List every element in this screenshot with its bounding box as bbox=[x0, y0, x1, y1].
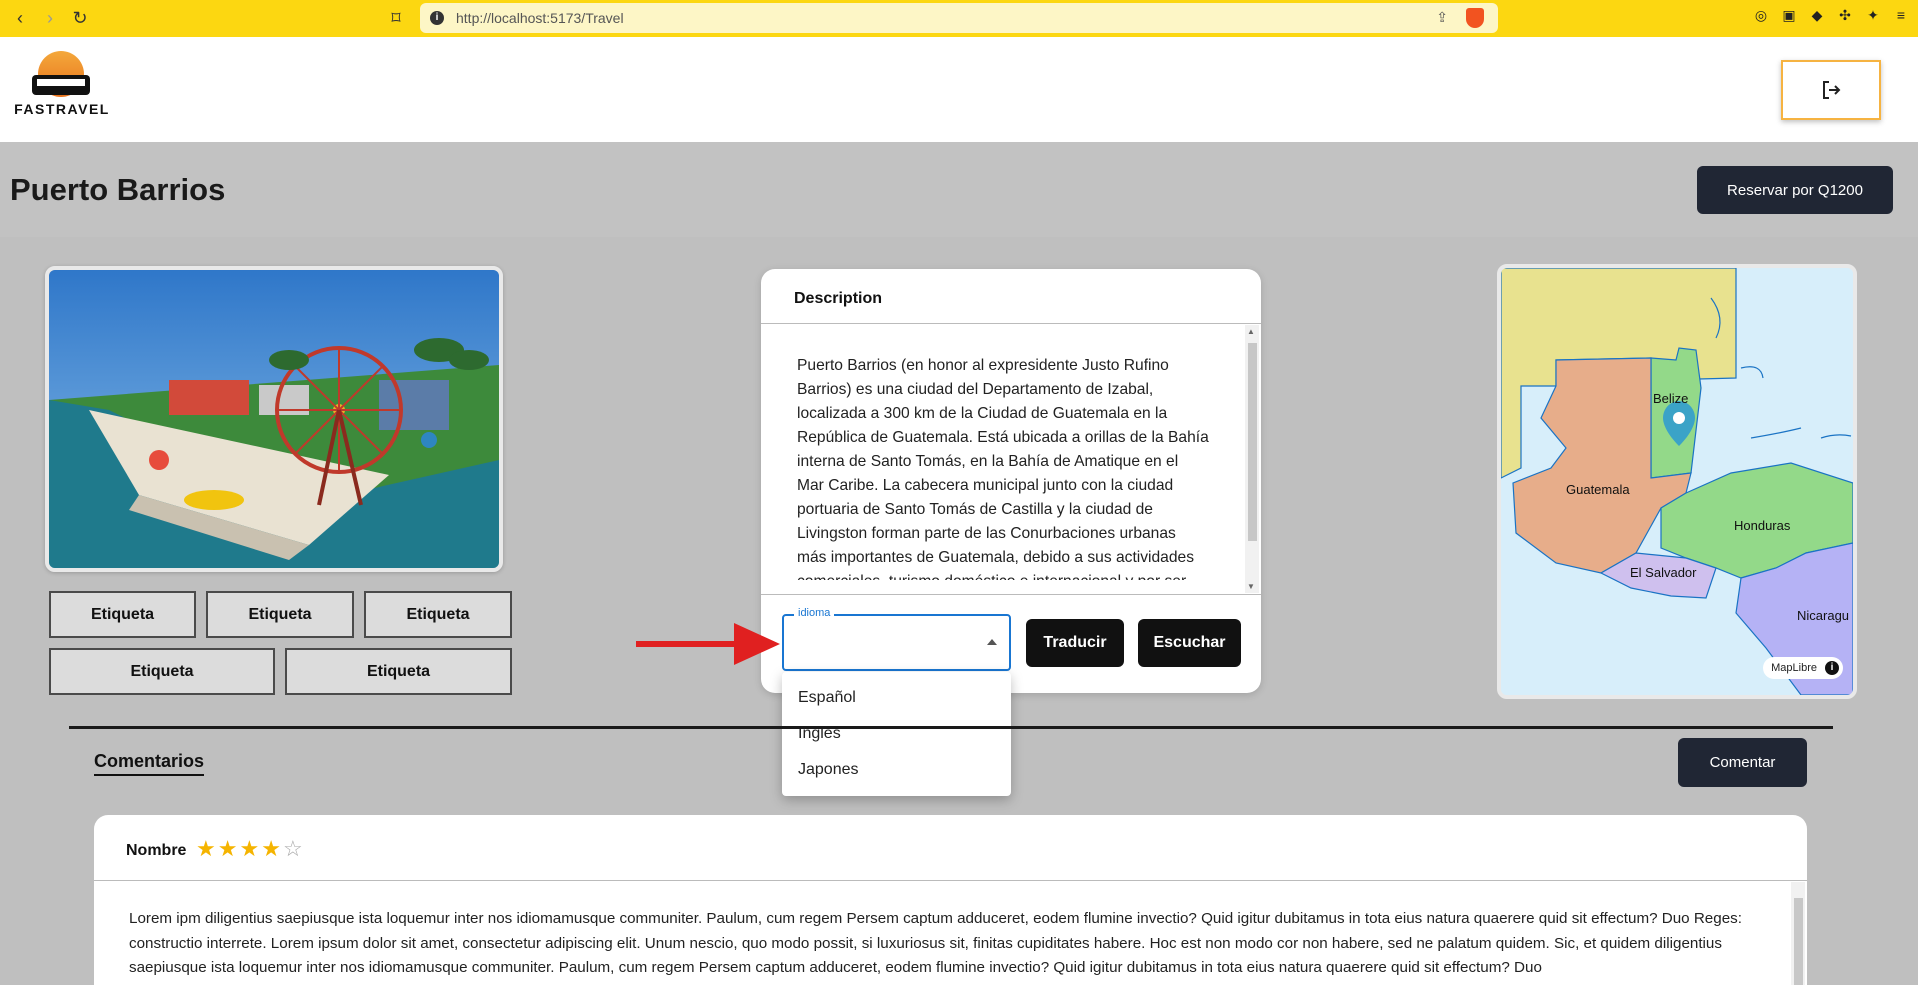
brave-shield-icon[interactable] bbox=[1466, 8, 1484, 28]
language-option-espanol[interactable]: Español bbox=[782, 680, 1011, 716]
divider bbox=[94, 880, 1807, 881]
map-label-guatemala: Guatemala bbox=[1566, 482, 1630, 497]
language-select-label: idioma bbox=[794, 607, 835, 619]
comments-title: Comentarios bbox=[94, 751, 205, 776]
url-text[interactable]: http://localhost:5173/Travel bbox=[456, 10, 624, 26]
map-label-honduras: Honduras bbox=[1734, 518, 1791, 533]
star-empty-icon: ☆ bbox=[282, 836, 303, 861]
fastravel-logo[interactable]: FASTRAVEL bbox=[14, 51, 110, 121]
map-canvas[interactable]: Belize Guatemala Honduras El Salvador Ni… bbox=[1501, 268, 1853, 695]
browser-toolbar: ‹ › ↻ ⌑ i http://localhost:5173/Travel ⇪… bbox=[0, 0, 1918, 37]
extensions-area: ◎ ▣ ◆ ✣ ✦ ≡ bbox=[1752, 6, 1910, 24]
scroll-thumb[interactable] bbox=[1248, 343, 1257, 541]
star-filled-icon: ★ bbox=[196, 836, 216, 861]
add-comment-button[interactable]: Comentar bbox=[1678, 738, 1807, 787]
logout-button[interactable] bbox=[1781, 60, 1881, 120]
maplibre-attribution[interactable]: MapLibre i bbox=[1763, 657, 1843, 679]
app-header: FASTRAVEL bbox=[0, 37, 1918, 142]
comment-card: Nombre ★ ★ ★ ★ ☆ Lorem ipm diligentius s… bbox=[94, 815, 1807, 985]
scroll-down-icon[interactable]: ▼ bbox=[1247, 582, 1255, 591]
tag-button[interactable]: Etiqueta bbox=[364, 591, 512, 638]
destination-image bbox=[49, 270, 499, 568]
rating-stars: ★ ★ ★ ★ ☆ bbox=[196, 836, 303, 862]
language-select[interactable]: idioma bbox=[782, 607, 1011, 671]
info-icon[interactable]: i bbox=[1825, 661, 1839, 675]
description-title: Description bbox=[794, 290, 883, 307]
forward-icon[interactable]: › bbox=[38, 6, 62, 30]
translate-button[interactable]: Traducir bbox=[1026, 619, 1124, 667]
share-icon[interactable]: ⇪ bbox=[1436, 9, 1448, 26]
description-scrollbar[interactable]: ▲ ▼ bbox=[1245, 325, 1259, 593]
logo-bus-icon bbox=[32, 75, 90, 95]
logo-text: FASTRAVEL bbox=[14, 101, 110, 117]
puzzle-icon[interactable]: ✣ bbox=[1836, 6, 1854, 24]
listen-button[interactable]: Escuchar bbox=[1138, 619, 1241, 667]
star-filled-icon: ★ bbox=[261, 836, 281, 861]
language-option-japones[interactable]: Japones bbox=[782, 752, 1011, 788]
tag-button[interactable]: Etiqueta bbox=[206, 591, 354, 638]
caret-up-icon bbox=[987, 639, 997, 645]
description-card: Description Puerto Barrios (en honor al … bbox=[761, 269, 1261, 693]
scroll-thumb[interactable] bbox=[1794, 898, 1803, 985]
section-divider bbox=[69, 726, 1833, 729]
comment-scrollbar[interactable] bbox=[1791, 882, 1805, 985]
location-map[interactable]: Belize Guatemala Honduras El Salvador Ni… bbox=[1497, 264, 1857, 699]
sparkle-icon[interactable]: ✦ bbox=[1864, 6, 1882, 24]
comment-author: Nombre bbox=[126, 842, 187, 859]
site-info-icon[interactable]: i bbox=[430, 11, 444, 25]
reserve-button[interactable]: Reservar por Q1200 bbox=[1697, 166, 1893, 214]
menu-icon[interactable]: ≡ bbox=[1892, 6, 1910, 24]
tag-button[interactable]: Etiqueta bbox=[49, 648, 275, 695]
back-icon[interactable]: ‹ bbox=[8, 6, 32, 30]
destination-photo bbox=[45, 266, 503, 572]
scroll-up-icon[interactable]: ▲ bbox=[1247, 327, 1255, 336]
divider bbox=[761, 594, 1261, 595]
maplibre-label: MapLibre bbox=[1771, 662, 1817, 674]
reload-icon[interactable]: ↻ bbox=[68, 6, 92, 30]
extension-icon[interactable]: ◎ bbox=[1752, 6, 1770, 24]
tag-button[interactable]: Etiqueta bbox=[285, 648, 512, 695]
annotation-arrow-icon bbox=[636, 623, 780, 665]
bookmark-icon[interactable]: ⌑ bbox=[384, 6, 408, 30]
map-label-el-salvador: El Salvador bbox=[1630, 565, 1697, 580]
tag-button[interactable]: Etiqueta bbox=[49, 591, 196, 638]
star-filled-icon: ★ bbox=[239, 836, 260, 861]
extension-icon[interactable]: ◆ bbox=[1808, 6, 1826, 24]
address-bar[interactable]: i http://localhost:5173/Travel ⇪ bbox=[420, 3, 1498, 33]
language-option-ingles[interactable]: Ingles bbox=[782, 716, 1011, 752]
map-label-nicaragua: Nicaragu bbox=[1797, 608, 1849, 623]
language-menu: Español Ingles Japones bbox=[782, 672, 1011, 796]
logout-icon bbox=[1823, 81, 1841, 99]
map-label-belize: Belize bbox=[1653, 391, 1688, 406]
star-filled-icon: ★ bbox=[217, 836, 238, 861]
page-title: Puerto Barrios bbox=[10, 172, 226, 207]
title-band: Puerto Barrios Reservar por Q1200 bbox=[0, 142, 1918, 237]
media-icon[interactable]: ▣ bbox=[1780, 6, 1798, 24]
divider bbox=[761, 323, 1261, 324]
comment-text: Lorem ipm diligentius saepiusque ista lo… bbox=[129, 910, 1742, 976]
description-text: Puerto Barrios (en honor al expresidente… bbox=[797, 357, 1209, 580]
